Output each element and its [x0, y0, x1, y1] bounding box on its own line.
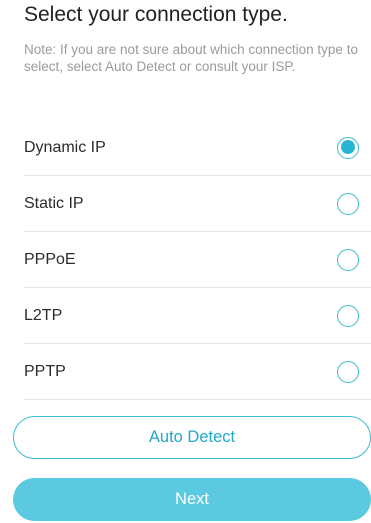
option-label: Dynamic IP: [24, 138, 106, 156]
radio-button[interactable]: [337, 192, 359, 215]
radio-button[interactable]: [337, 248, 359, 271]
help-note: Note: If you are not sure about which co…: [24, 42, 358, 74]
option-pptp[interactable]: PPTP: [24, 344, 371, 400]
connection-type-screen: Select your connection type. Note: If yo…: [0, 0, 371, 523]
option-dynamic-ip[interactable]: Dynamic IP: [24, 120, 371, 176]
option-label: L2TP: [24, 306, 63, 324]
option-label: Static IP: [24, 194, 84, 212]
option-label: PPPoE: [24, 250, 76, 268]
option-l2tp[interactable]: L2TP: [24, 288, 371, 344]
page-title: Select your connection type.: [24, 3, 288, 26]
radio-button-selected[interactable]: [337, 136, 359, 159]
radio-button[interactable]: [337, 360, 359, 383]
next-button[interactable]: Next: [13, 478, 371, 521]
radio-button[interactable]: [337, 304, 359, 327]
auto-detect-button[interactable]: Auto Detect: [13, 416, 371, 459]
option-pppoe[interactable]: PPPoE: [24, 232, 371, 288]
option-static-ip[interactable]: Static IP: [24, 176, 371, 232]
option-label: PPTP: [24, 362, 66, 380]
connection-type-list: Dynamic IP Static IP PPPoE L2TP PPTP: [24, 120, 371, 400]
